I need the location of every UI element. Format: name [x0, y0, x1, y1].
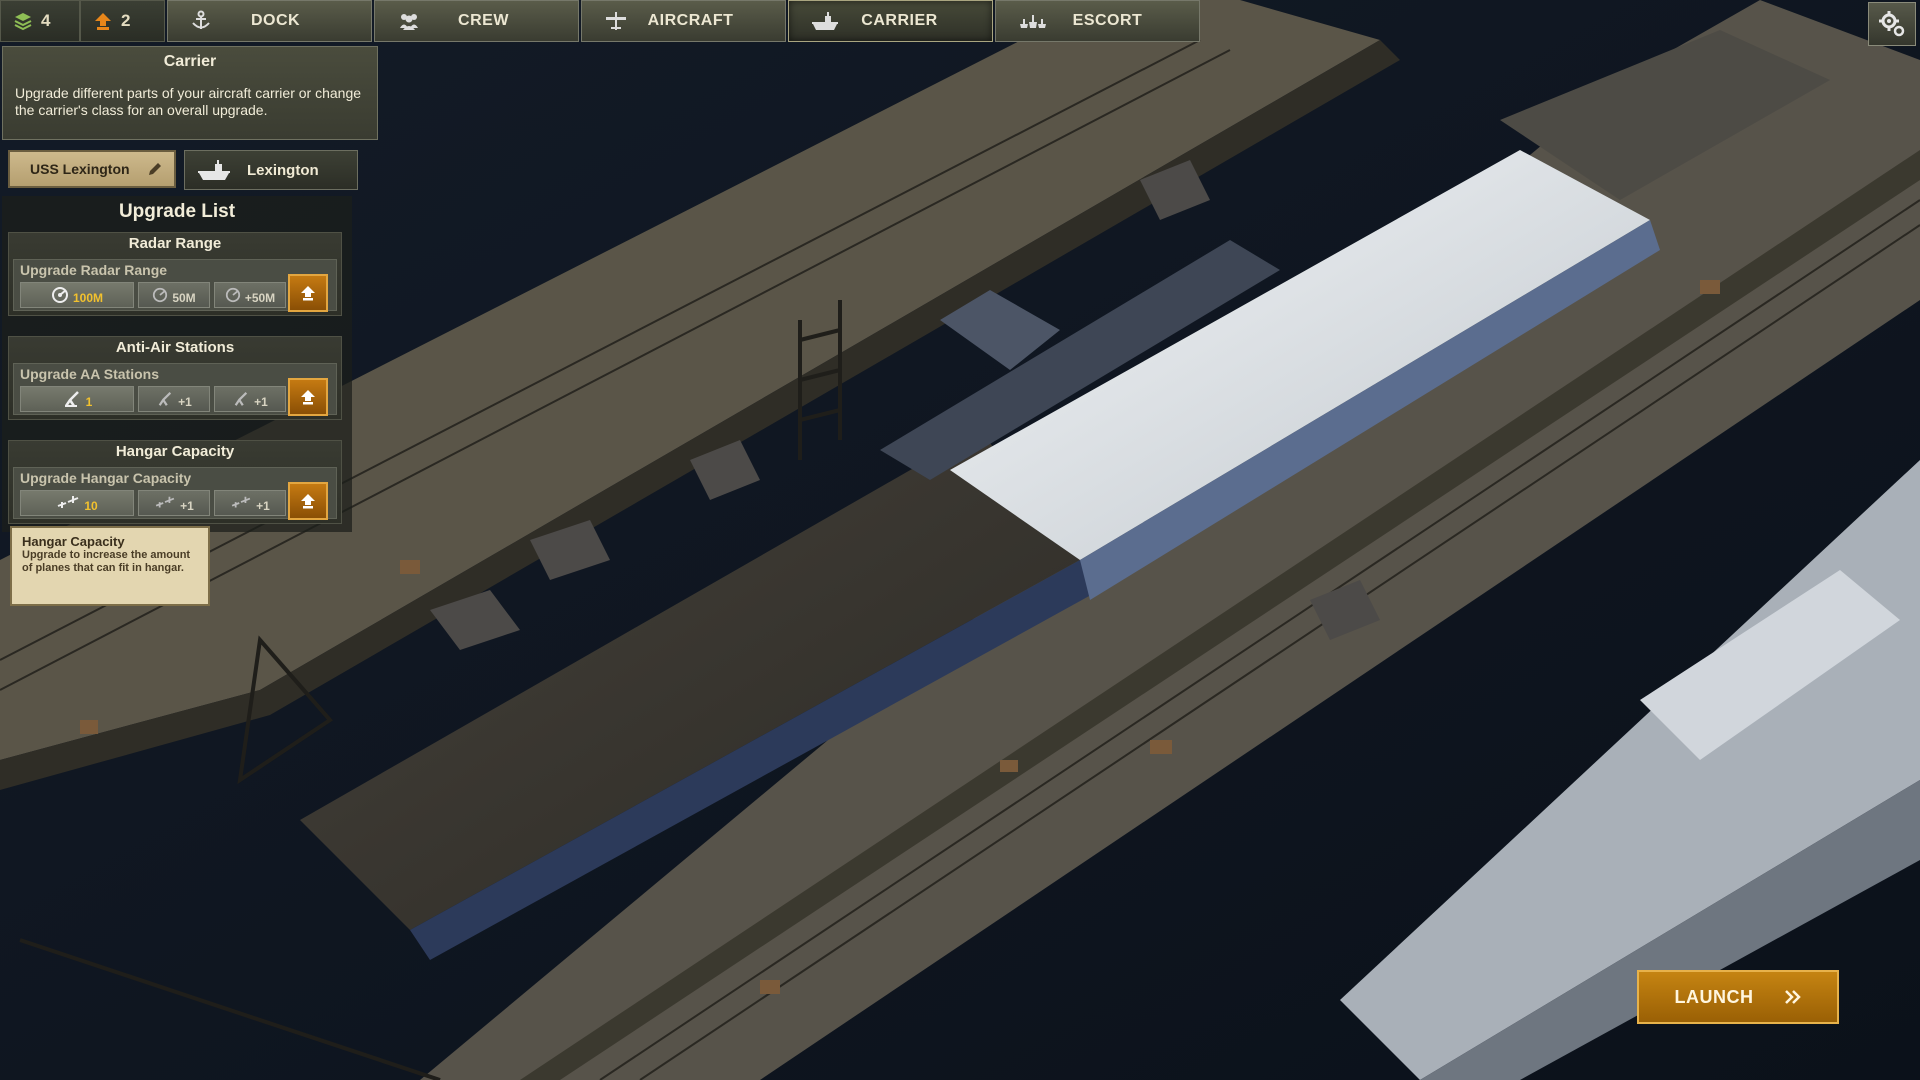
main-tabs: DOCK CREW AIRCRAFT CARRIER ESCORT: [167, 0, 1202, 42]
planes-icon: [231, 496, 251, 508]
level-value: +50M: [244, 291, 276, 305]
aa-gun-icon: [64, 391, 79, 407]
level-current: 10: [20, 490, 134, 516]
section-body: Upgrade Hangar Capacity 10 +1 +1: [13, 467, 337, 520]
level-value: +1: [180, 499, 194, 513]
tab-carrier-label: CARRIER: [861, 12, 938, 29]
top-bar: 4 2 DOCK CREW AIRCRAFT CARRIER ESCORT: [0, 0, 1202, 42]
planes-icon: [57, 496, 79, 508]
upgrade-radar-button[interactable]: [288, 274, 328, 312]
level-next: +1: [214, 386, 286, 412]
upgrade-hangar-button[interactable]: [288, 482, 328, 520]
radar-icon: [153, 287, 168, 303]
radar-icon: [51, 287, 68, 303]
panel-title: Carrier: [163, 53, 217, 70]
section-body: Upgrade AA Stations 1 +1 +1: [13, 363, 337, 416]
pencil-icon[interactable]: [146, 160, 164, 178]
upgrade-arrow-icon: [301, 390, 315, 405]
level-next: +1: [138, 386, 210, 412]
tab-aircraft[interactable]: AIRCRAFT: [581, 0, 786, 42]
ship-name-row: USS Lexington Lexington: [8, 150, 358, 190]
upgrade-section-anti-air: Anti-Air Stations Upgrade AA Stations 1 …: [8, 336, 342, 420]
section-body: Upgrade Radar Range 100M 50M +50M: [13, 259, 337, 312]
section-subtitle: Upgrade AA Stations: [20, 366, 159, 382]
section-subtitle: Upgrade Radar Range: [20, 262, 168, 278]
gear-icon: [1879, 11, 1905, 37]
tab-carrier[interactable]: CARRIER: [788, 0, 993, 42]
level-value: +1: [256, 499, 270, 513]
level-value: +1: [178, 395, 192, 409]
ship-name: USS Lexington: [30, 161, 130, 177]
tab-aircraft-label: AIRCRAFT: [647, 12, 734, 29]
tooltip-title: Hangar Capacity: [22, 534, 125, 549]
upgrade-arrow-icon: [301, 286, 315, 301]
level-current: 1: [20, 386, 134, 412]
level-value: 1: [85, 395, 93, 409]
section-title: Hangar Capacity: [115, 443, 235, 460]
launch-label: LAUNCH: [1674, 986, 1754, 1007]
plane-icon: [606, 12, 626, 30]
carrier-class-icon: [198, 160, 230, 180]
launch-button[interactable]: LAUNCH: [1637, 970, 1839, 1024]
level-next: +1: [214, 490, 286, 516]
section-subtitle: Upgrade Hangar Capacity: [20, 470, 192, 486]
tab-dock[interactable]: DOCK: [167, 0, 372, 42]
tab-escort-label: ESCORT: [1072, 12, 1143, 29]
carrier-info-card: Carrier Upgrade different parts of your …: [2, 46, 378, 140]
level-next: +50M: [214, 282, 286, 308]
radar-icon: [225, 287, 240, 303]
panel-description: Upgrade different parts of your aircraft…: [15, 85, 362, 118]
section-title: Anti-Air Stations: [115, 339, 235, 356]
double-chevron-right-icon: [1784, 990, 1801, 1004]
escort-icon: [1020, 15, 1046, 28]
level-value: 100M: [72, 291, 104, 305]
parts-count: 4: [41, 11, 51, 30]
upgrade-points: 2: [121, 11, 131, 30]
parts-counter: 4: [0, 0, 80, 42]
level-value: +1: [254, 395, 268, 409]
level-next: 50M: [138, 282, 210, 308]
level-current: 100M: [20, 282, 134, 308]
upgrade-section-hangar: Hangar Capacity Upgrade Hangar Capacity …: [8, 440, 342, 524]
ship-class-label: Lexington: [247, 161, 319, 179]
level-track: 100M 50M +50M: [20, 282, 286, 308]
upgrade-section-radar: Radar Range Upgrade Radar Range 100M 50M…: [8, 232, 342, 316]
upgrade-points-counter: 2: [80, 0, 165, 42]
upgrade-list-title: Upgrade List: [118, 201, 236, 222]
tab-crew-label: CREW: [458, 12, 509, 29]
tab-crew[interactable]: CREW: [374, 0, 579, 42]
tooltip-body: Upgrade to increase the amount of planes…: [22, 549, 191, 574]
level-value: 50M: [172, 291, 196, 305]
ship-class-button[interactable]: Lexington: [184, 150, 358, 190]
level-next: +1: [138, 490, 210, 516]
tab-escort[interactable]: ESCORT: [995, 0, 1200, 42]
anchor-icon: [192, 10, 210, 29]
level-track: 10 +1 +1: [20, 490, 286, 516]
upgrade-arrow-icon: [301, 494, 315, 509]
crew-icon: [400, 14, 418, 30]
aa-gun-icon: [234, 391, 248, 406]
hangar-tooltip: Hangar Capacity Upgrade to increase the …: [10, 526, 210, 606]
carrier-icon: [812, 12, 838, 30]
planes-icon: [155, 496, 175, 508]
upgrade-arrow-icon: [93, 11, 113, 31]
ship-name-field[interactable]: USS Lexington: [8, 150, 176, 188]
aa-gun-icon: [158, 391, 172, 406]
stack-icon: [13, 11, 33, 31]
settings-button[interactable]: [1868, 2, 1916, 46]
level-value: 10: [84, 499, 98, 513]
section-title: Radar Range: [128, 235, 222, 252]
upgrade-aa-button[interactable]: [288, 378, 328, 416]
tab-dock-label: DOCK: [250, 12, 301, 29]
level-track: 1 +1 +1: [20, 386, 286, 412]
